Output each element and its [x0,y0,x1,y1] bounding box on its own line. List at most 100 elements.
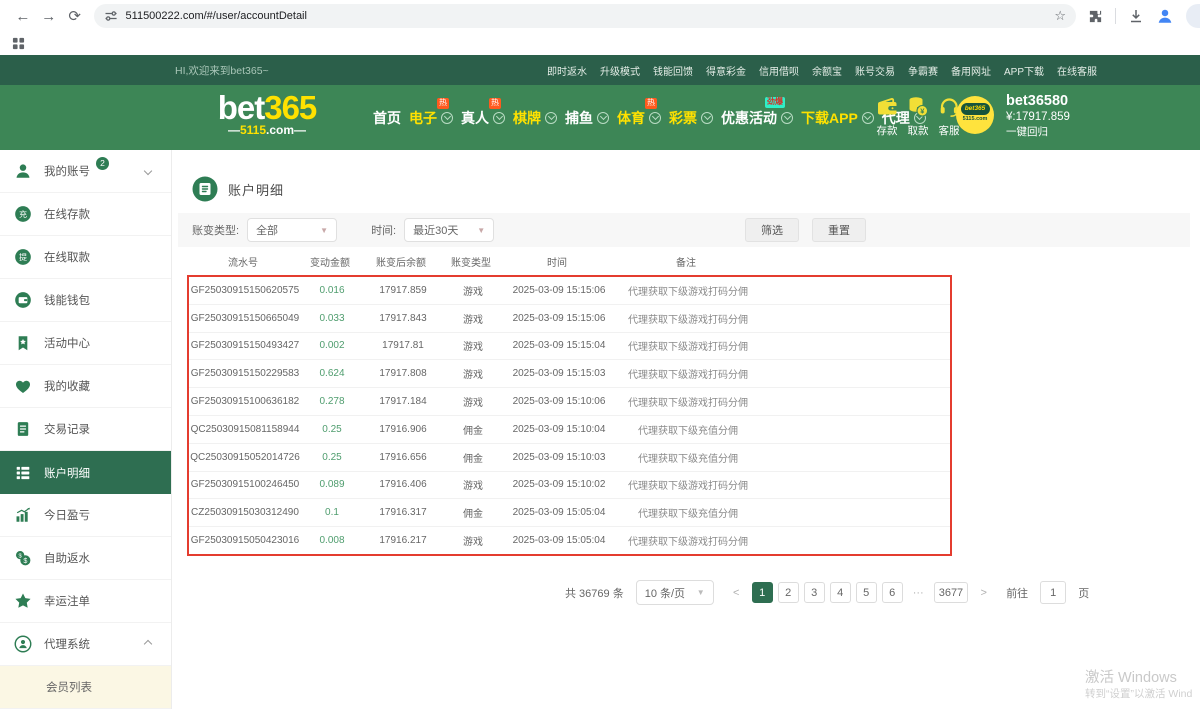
topbar-link[interactable]: 钱能回馈 [653,63,693,78]
pagination-page-3677[interactable]: 3677 [934,582,968,603]
profile-avatar-icon[interactable] [1156,7,1174,25]
pagination-page-1[interactable]: 1 [752,582,773,603]
topbar-link[interactable]: 即时返水 [547,63,587,78]
sidebar-item-agent-system[interactable]: 代理系统 [0,623,171,666]
withdraw-quick-button[interactable]: ¥取款 [906,95,930,138]
sidebar-item-qianneng-wallet[interactable]: 钱能钱包 [0,279,171,322]
type-filter-select[interactable]: 全部 ▼ [247,218,337,242]
topbar-link[interactable]: 升级模式 [600,63,640,78]
site-info-icon[interactable] [104,9,118,23]
pagination-prev-button[interactable]: < [726,582,747,603]
page-buttons: <123456···3677> [726,582,994,603]
filter-button[interactable]: 筛选 [745,218,799,242]
topbar-link[interactable]: 账号交易 [855,63,895,78]
toolbar-divider [1115,8,1116,24]
sidebar-item-label: 交易记录 [44,421,90,437]
browser-menu-partial[interactable] [1186,4,1200,28]
bookmark-star-icon[interactable]: ☆ [1054,8,1066,24]
table-row[interactable]: GF250309151506650490.03317917.843游戏2025-… [189,305,950,333]
table-row[interactable]: GF250309151504934270.00217917.81游戏2025-0… [189,333,950,361]
table-row[interactable]: CZ250309150303124900.117916.317佣金2025-03… [189,499,950,527]
table-row[interactable]: GF250309151502295830.62417917.808游戏2025-… [189,360,950,388]
hot-badge: 热 [489,98,501,109]
table-row[interactable]: GF250309151506205750.01617917.859游戏2025-… [189,277,950,305]
reset-button[interactable]: 重置 [812,218,866,242]
goto-suffix: 页 [1078,585,1089,601]
cell-balance: 17916.656 [363,452,443,463]
nav-item-sports[interactable]: 体育热 [617,108,661,128]
topbar-link[interactable]: 得意彩金 [706,63,746,78]
deposit-quick-button[interactable]: 存款 [875,95,899,138]
topbar-link[interactable]: APP下载 [1004,63,1044,78]
apps-grid-icon[interactable] [12,37,25,50]
back-icon[interactable]: ← [10,8,36,25]
nav-item-fishing[interactable]: 捕鱼 [565,108,609,128]
topbar-link[interactable]: 在线客服 [1057,63,1097,78]
url-text[interactable]: 511500222.com/#/user/accountDetail [126,10,307,22]
per-page-select[interactable]: 10 条/页 ▼ [636,580,714,605]
nav-item-home[interactable]: 首页 [373,108,401,128]
sidebar-item-online-withdraw[interactable]: 提在线取款 [0,236,171,279]
chevron-up-icon [144,640,152,648]
star-icon [14,592,32,610]
cell-remark: 代理获取下级游戏打码分佣 [615,338,761,353]
nav-item-label: 优惠活动 [721,108,777,128]
extensions-icon[interactable] [1088,9,1103,24]
pagination-ellipsis[interactable]: ··· [908,582,929,603]
table-row[interactable]: QC250309150520147260.2517916.656佣金2025-0… [189,444,950,472]
sidebar-item-my-account[interactable]: 我的账号2 [0,150,171,193]
sidebar-item-activity-center[interactable]: 活动中心 [0,322,171,365]
download-icon[interactable] [1128,8,1144,24]
notification-badge: 2 [96,157,109,170]
cell-remark: 代理获取下级游戏打码分佣 [615,533,761,548]
topbar-link[interactable]: 信用借呗 [759,63,799,78]
sidebar-item-today-profit[interactable]: 今日盈亏 [0,494,171,537]
nav-item-promotions[interactable]: 优惠活动劲爆 [721,108,793,128]
sidebar-item-member-list[interactable]: 会员列表 [0,666,171,709]
topbar-link[interactable]: 余额宝 [812,63,842,78]
table-row[interactable]: QC250309150811589440.2517916.906佣金2025-0… [189,416,950,444]
table-row[interactable]: GF250309150504230160.00817916.217游戏2025-… [189,527,950,554]
watermark-line1: 激活 Windows [1085,669,1200,687]
address-bar[interactable]: 511500222.com/#/user/accountDetail ☆ [94,4,1076,28]
nav-item-lottery[interactable]: 彩票 [669,108,713,128]
sidebar-item-account-detail[interactable]: 账户明细 [0,451,171,494]
user-logo-badge[interactable]: bet365 5115.com [956,96,994,134]
cell-no: GF25030915150665049 [189,313,301,324]
pagination-page-4[interactable]: 4 [830,582,851,603]
time-filter-select[interactable]: 最近30天 ▼ [404,218,494,242]
nav-item-chess[interactable]: 棋牌 [513,108,557,128]
sidebar-item-lucky-bets[interactable]: 幸运注单 [0,580,171,623]
nav-item-live[interactable]: 真人热 [461,108,505,128]
pagination-page-5[interactable]: 5 [856,582,877,603]
pagination-page-6[interactable]: 6 [882,582,903,603]
nav-item-download-app[interactable]: 下载APP [801,108,874,128]
sidebar-item-transaction-records[interactable]: 交易记录 [0,408,171,451]
sidebar-item-self-rebate[interactable]: $$自助返水 [0,537,171,580]
forward-icon[interactable]: → [36,8,62,25]
browser-actions [1088,4,1200,28]
sidebar-item-my-favorites[interactable]: 我的收藏 [0,365,171,408]
site-logo[interactable]: bet365 —5115.com— [198,92,336,137]
records-icon [14,420,32,438]
sidebar-item-label: 在线取款 [44,249,90,265]
topbar-link[interactable]: 备用网址 [951,63,991,78]
reload-icon[interactable]: ⟳ [62,7,88,25]
cell-type: 游戏 [443,338,503,353]
nav-item-egames[interactable]: 电子热 [409,108,453,128]
topbar-link[interactable]: 争霸赛 [908,63,938,78]
sidebar-item-online-deposit[interactable]: 充在线存款 [0,193,171,236]
pagination-page-2[interactable]: 2 [778,582,799,603]
table-row[interactable]: GF250309151002464500.08917916.406游戏2025-… [189,472,950,500]
cell-amount: 0.033 [301,313,363,324]
cell-type: 游戏 [443,366,503,381]
pagination-page-3[interactable]: 3 [804,582,825,603]
one-key-return-link[interactable]: 一键回归 [1006,125,1070,140]
chevron-down-icon [144,167,152,175]
profit-icon [14,506,32,524]
cell-balance: 17917.859 [363,285,443,296]
table-row[interactable]: GF250309151006361820.27817917.184游戏2025-… [189,388,950,416]
cell-amount: 0.002 [301,340,363,351]
pagination-next-button[interactable]: > [973,582,994,603]
goto-page-input[interactable] [1040,581,1066,604]
